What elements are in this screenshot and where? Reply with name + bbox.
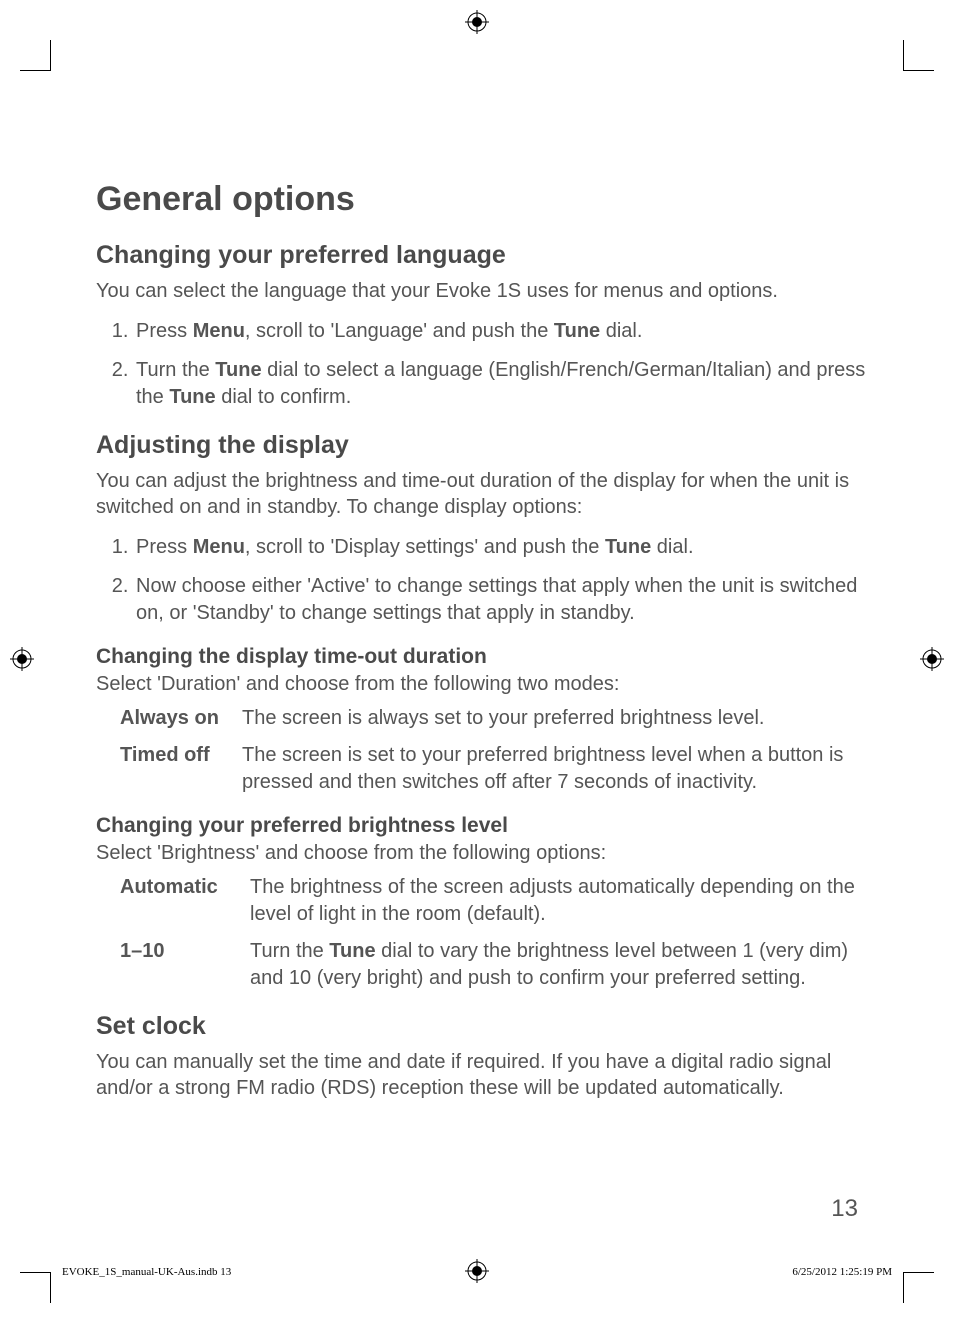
registration-mark-icon — [10, 647, 34, 671]
list-item: Now choose either 'Active' to change set… — [134, 573, 866, 627]
intro-language: You can select the language that your Ev… — [96, 278, 866, 304]
heading-display: Adjusting the display — [96, 431, 866, 460]
mode-always-on: Always on The screen is always set to yo… — [96, 705, 866, 732]
intro-brightness: Select 'Brightness' and choose from the … — [96, 840, 866, 866]
section-clock: Set clock You can manually set the time … — [96, 1012, 866, 1101]
page-content: General options Changing your preferred … — [96, 180, 866, 1121]
registration-mark-icon — [465, 10, 489, 34]
mode-timed-off: Timed off The screen is set to your pref… — [96, 742, 866, 796]
option-automatic: Automatic The brightness of the screen a… — [96, 874, 866, 928]
intro-clock: You can manually set the time and date i… — [96, 1049, 866, 1101]
registration-mark-icon — [920, 647, 944, 671]
heading-clock: Set clock — [96, 1012, 866, 1041]
section-language: Changing your preferred language You can… — [96, 241, 866, 411]
heading-brightness: Changing your preferred brightness level — [96, 814, 866, 838]
mode-desc: The screen is set to your preferred brig… — [242, 742, 866, 796]
option-desc: Turn the Tune dial to vary the brightnes… — [250, 938, 866, 992]
timeout-modes: Always on The screen is always set to yo… — [96, 705, 866, 796]
page-number: 13 — [831, 1195, 858, 1223]
mode-label: Always on — [96, 705, 242, 732]
option-range: 1–10 Turn the Tune dial to vary the brig… — [96, 938, 866, 992]
intro-timeout: Select 'Duration' and choose from the fo… — [96, 671, 866, 697]
list-item: Press Menu, scroll to 'Language' and pus… — [134, 318, 866, 345]
crop-mark-tr — [903, 40, 934, 71]
crop-mark-bl — [20, 1272, 51, 1303]
mode-label: Timed off — [96, 742, 242, 796]
steps-language: Press Menu, scroll to 'Language' and pus… — [96, 318, 866, 411]
steps-display: Press Menu, scroll to 'Display settings'… — [96, 534, 866, 627]
option-label: Automatic — [96, 874, 250, 928]
crop-mark-br — [903, 1272, 934, 1303]
mode-desc: The screen is always set to your preferr… — [242, 705, 866, 732]
footer: EVOKE_1S_manual-UK-Aus.indb 13 6/25/2012… — [62, 1266, 892, 1278]
list-item: Turn the Tune dial to select a language … — [134, 357, 866, 411]
brightness-options: Automatic The brightness of the screen a… — [96, 874, 866, 992]
list-item: Press Menu, scroll to 'Display settings'… — [134, 534, 866, 561]
option-label: 1–10 — [96, 938, 250, 992]
intro-display: You can adjust the brightness and time-o… — [96, 468, 866, 520]
option-desc: The brightness of the screen adjusts aut… — [250, 874, 866, 928]
heading-timeout: Changing the display time-out duration — [96, 645, 866, 669]
heading-language: Changing your preferred language — [96, 241, 866, 270]
section-display: Adjusting the display You can adjust the… — [96, 431, 866, 992]
page-title: General options — [96, 180, 866, 219]
footer-filename: EVOKE_1S_manual-UK-Aus.indb 13 — [62, 1266, 231, 1278]
footer-timestamp: 6/25/2012 1:25:19 PM — [792, 1266, 892, 1278]
crop-mark-tl — [20, 40, 51, 71]
